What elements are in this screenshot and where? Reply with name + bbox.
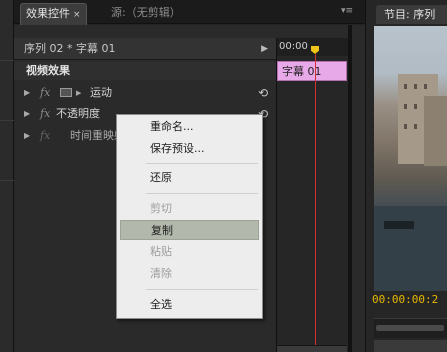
fx-toggle-icon[interactable]: fx: [40, 82, 50, 104]
effect-timeline-area[interactable]: [276, 56, 348, 352]
menu-item-reset[interactable]: 还原: [120, 168, 259, 188]
canal-water-image: [374, 206, 447, 291]
playhead-line[interactable]: [315, 54, 316, 352]
disclosure-triangle-icon[interactable]: ▶: [24, 125, 30, 147]
clip-bar[interactable]: 字幕 01: [277, 61, 347, 81]
fx-toggle-icon[interactable]: fx: [40, 103, 50, 125]
sequence-clip-title: 序列 02 * 字幕 01: [24, 42, 116, 55]
menu-separator: [146, 289, 258, 290]
disclosure-triangle-icon[interactable]: ▶: [24, 82, 30, 104]
panel-tab-bar: 效果控件 × 源:（无剪辑） ▾≡: [14, 0, 365, 25]
building-image: [424, 96, 447, 166]
video-effects-header: 视频效果: [14, 62, 276, 80]
panel-menu-icon[interactable]: ▾≡: [341, 6, 353, 16]
zoom-slider[interactable]: [376, 325, 444, 331]
menu-item-rename[interactable]: 重命名...: [120, 117, 259, 137]
menu-item-copy[interactable]: 复制: [120, 220, 259, 240]
menu-item-select-all[interactable]: 全选: [120, 295, 259, 315]
timeline-start-timecode: 00:00: [279, 41, 308, 52]
motion-transform-icon[interactable]: [60, 88, 72, 97]
disclosure-triangle-icon[interactable]: ▶: [24, 103, 30, 125]
tab-effect-controls[interactable]: 效果控件 ×: [20, 3, 87, 25]
boat-image: [384, 221, 414, 229]
tab-program[interactable]: 节目: 序列: [376, 5, 447, 24]
menu-separator: [146, 163, 258, 164]
tab-source[interactable]: 源:（无剪辑）: [106, 3, 186, 24]
reset-icon[interactable]: ⟲: [258, 82, 268, 104]
program-controls-strip: [374, 340, 447, 352]
fx-toggle-icon[interactable]: fx: [40, 125, 50, 147]
timeline-scrollbar[interactable]: [277, 345, 347, 352]
left-panel-edge: [0, 0, 14, 352]
menu-separator: [146, 193, 258, 194]
program-video-frame: [374, 26, 447, 291]
close-icon[interactable]: ×: [73, 10, 81, 20]
sequence-clip-header: 序列 02 * 字幕 01 ▶: [14, 38, 276, 60]
expand-arrow-icon[interactable]: ▶: [261, 38, 268, 60]
menu-item-save-preset[interactable]: 保存预设...: [120, 139, 259, 159]
context-menu: 重命名... 保存预设... 还原 剪切 复制 粘贴 清除 全选: [116, 114, 263, 319]
panel-divider[interactable]: [348, 25, 352, 352]
menu-item-clear[interactable]: 清除: [120, 264, 259, 284]
effect-name-opacity: 不透明度: [56, 107, 100, 120]
effect-row-motion[interactable]: ▶ fx ▶ 运动 ⟲: [14, 82, 276, 104]
menu-item-paste[interactable]: 粘贴: [120, 242, 259, 262]
small-arrow-icon: ▶: [76, 89, 82, 97]
program-scrub-bar[interactable]: [374, 318, 447, 338]
tab-effect-controls-label: 效果控件: [26, 7, 70, 20]
program-timecode[interactable]: 00:00:00:2: [372, 291, 447, 309]
effect-name-motion: 运动: [90, 86, 112, 99]
menu-item-cut[interactable]: 剪切: [120, 199, 259, 219]
